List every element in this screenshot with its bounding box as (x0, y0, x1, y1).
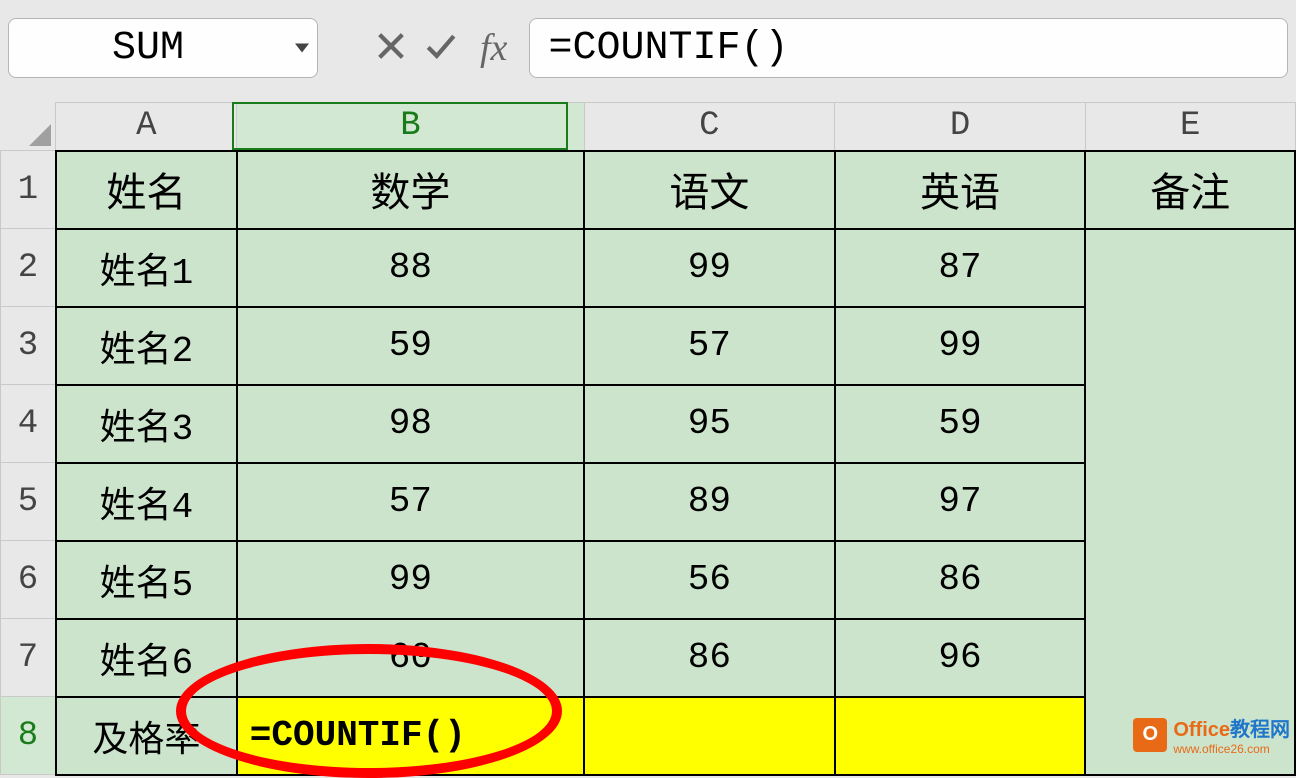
cell-D8[interactable] (835, 697, 1086, 775)
row-header-8[interactable]: 8 (1, 697, 56, 775)
cancel-icon[interactable] (374, 29, 408, 68)
watermark-logo-icon: O (1133, 718, 1167, 752)
cell-B2[interactable]: 88 (237, 229, 584, 307)
col-header-C[interactable]: C (584, 103, 835, 151)
cell-D5[interactable]: 97 (835, 463, 1086, 541)
column-header-row: A B C D E (1, 103, 1296, 151)
cell-E2[interactable] (1085, 229, 1295, 307)
row-header-4[interactable]: 4 (1, 385, 56, 463)
watermark: O Office教程网 www.office26.com (1133, 713, 1290, 756)
col-header-A[interactable]: A (56, 103, 237, 151)
cell-A4[interactable]: 姓名3 (56, 385, 237, 463)
cell-E4[interactable] (1085, 385, 1295, 463)
cell-E1[interactable]: 备注 (1085, 151, 1295, 229)
cell-A8[interactable]: 及格率 (56, 697, 237, 775)
confirm-icon[interactable] (424, 29, 458, 68)
cell-B6[interactable]: 99 (237, 541, 584, 619)
cell-A6[interactable]: 姓名5 (56, 541, 237, 619)
cell-E5[interactable] (1085, 463, 1295, 541)
watermark-url: www.office26.com (1173, 742, 1290, 756)
cell-A2[interactable]: 姓名1 (56, 229, 237, 307)
row-header-1[interactable]: 1 (1, 151, 56, 229)
cell-D4[interactable]: 59 (835, 385, 1086, 463)
cell-E3[interactable] (1085, 307, 1295, 385)
formula-bar: SUM fx (0, 0, 1296, 96)
cell-C4[interactable]: 95 (584, 385, 835, 463)
cell-B8[interactable]: =COUNTIF() (237, 697, 584, 775)
col-header-D[interactable]: D (835, 103, 1086, 151)
cell-D2[interactable]: 87 (835, 229, 1086, 307)
cell-C6[interactable]: 56 (584, 541, 835, 619)
cell-B5[interactable]: 57 (237, 463, 584, 541)
cell-B1[interactable]: 数学 (237, 151, 584, 229)
cell-C5[interactable]: 89 (584, 463, 835, 541)
cells-table[interactable]: A B C D E 1 姓名 数学 语文 英语 备注 2 姓名1 88 99 8… (0, 102, 1296, 776)
chevron-down-icon[interactable] (295, 44, 309, 53)
cell-C8[interactable] (584, 697, 835, 775)
row-7: 7 姓名6 60 86 96 (1, 619, 1296, 697)
row-3: 3 姓名2 59 57 99 (1, 307, 1296, 385)
cell-C3[interactable]: 57 (584, 307, 835, 385)
row-1: 1 姓名 数学 语文 英语 备注 (1, 151, 1296, 229)
cell-C7[interactable]: 86 (584, 619, 835, 697)
row-2: 2 姓名1 88 99 87 (1, 229, 1296, 307)
col-header-E[interactable]: E (1085, 103, 1295, 151)
select-all-corner[interactable] (1, 103, 56, 151)
cell-C1[interactable]: 语文 (584, 151, 835, 229)
watermark-brand2: 教程网 (1230, 719, 1290, 741)
formula-input[interactable] (529, 18, 1288, 78)
row-header-3[interactable]: 3 (1, 307, 56, 385)
cell-E6[interactable] (1085, 541, 1295, 619)
formula-bar-buttons: fx (374, 26, 513, 70)
row-4: 4 姓名3 98 95 59 (1, 385, 1296, 463)
cell-C2[interactable]: 99 (584, 229, 835, 307)
cell-B3[interactable]: 59 (237, 307, 584, 385)
row-header-6[interactable]: 6 (1, 541, 56, 619)
row-8: 8 及格率 =COUNTIF() (1, 697, 1296, 775)
cell-D7[interactable]: 96 (835, 619, 1086, 697)
row-header-7[interactable]: 7 (1, 619, 56, 697)
cell-A3[interactable]: 姓名2 (56, 307, 237, 385)
col-header-B[interactable]: B (237, 103, 584, 151)
cell-B4[interactable]: 98 (237, 385, 584, 463)
cell-D1[interactable]: 英语 (835, 151, 1086, 229)
row-5: 5 姓名4 57 89 97 (1, 463, 1296, 541)
row-header-5[interactable]: 5 (1, 463, 56, 541)
cell-E7[interactable] (1085, 619, 1295, 697)
name-box-value: SUM (112, 26, 184, 71)
cell-A1[interactable]: 姓名 (56, 151, 237, 229)
spreadsheet-grid: A B C D E 1 姓名 数学 语文 英语 备注 2 姓名1 88 99 8… (0, 102, 1296, 776)
cell-D3[interactable]: 99 (835, 307, 1086, 385)
watermark-brand1: Office (1173, 719, 1230, 741)
cell-A5[interactable]: 姓名4 (56, 463, 237, 541)
row-header-2[interactable]: 2 (1, 229, 56, 307)
watermark-text: Office教程网 www.office26.com (1173, 713, 1290, 756)
name-box[interactable]: SUM (8, 18, 318, 78)
cell-D6[interactable]: 86 (835, 541, 1086, 619)
fx-icon[interactable]: fx (480, 26, 507, 70)
row-6: 6 姓名5 99 56 86 (1, 541, 1296, 619)
cell-B7[interactable]: 60 (237, 619, 584, 697)
cell-A7[interactable]: 姓名6 (56, 619, 237, 697)
